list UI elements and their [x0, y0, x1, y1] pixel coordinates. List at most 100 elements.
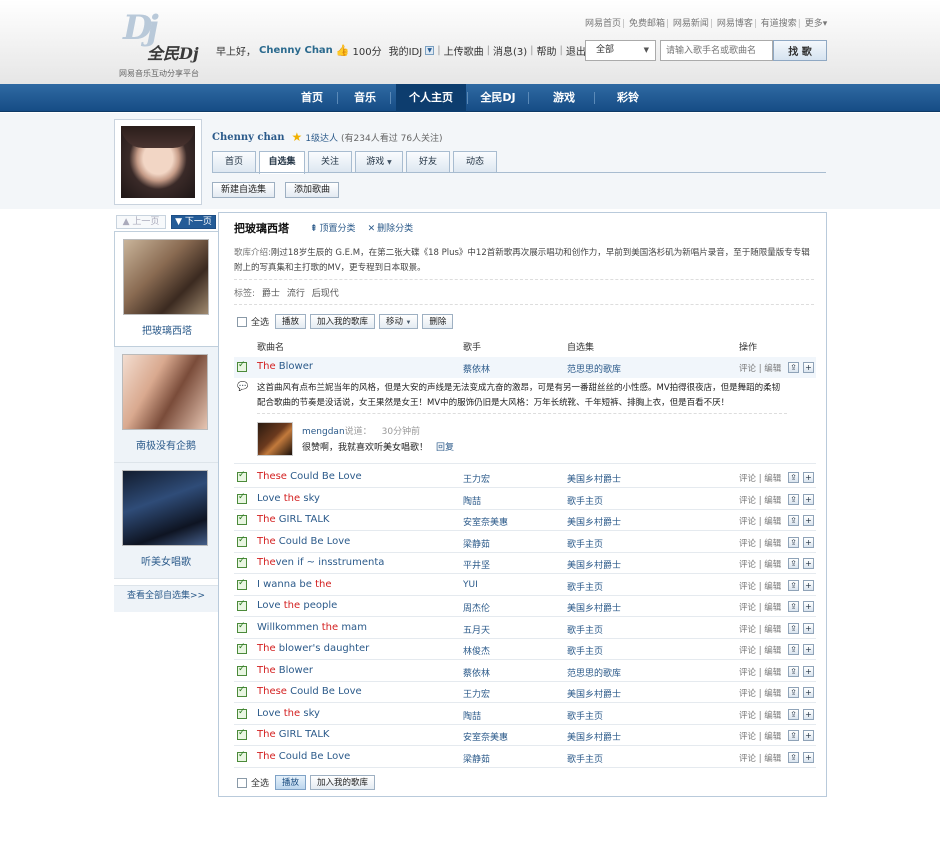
singer-link[interactable]: 陶喆 — [463, 494, 481, 507]
comment-link[interactable]: 评论 — [739, 732, 756, 742]
edit-link[interactable]: 编辑 — [764, 539, 781, 549]
plus-icon[interactable]: + — [803, 730, 814, 741]
move-button[interactable]: 移动 ▼ — [379, 314, 419, 329]
add-song-button[interactable]: 添加歌曲 — [285, 182, 340, 198]
select-all-checkbox[interactable] — [237, 777, 247, 788]
song-title-link[interactable]: I wanna be the — [257, 579, 332, 590]
table-row[interactable]: The GIRL TALK 安室奈美惠 美国乡村爵士 评论 | 编辑 ⇪ + — [234, 510, 816, 531]
search-button[interactable]: 找 歌 — [773, 40, 827, 61]
table-row[interactable]: These Could Be Love 王力宏 美国乡村爵士 评论 | 编辑 ⇪ + — [234, 682, 816, 703]
share-icon[interactable]: ⇪ — [788, 536, 799, 548]
table-row[interactable]: The Blower 蔡依林 范思思的歌库 评论 | 编辑 ⇪ + — [234, 357, 816, 378]
comment-link[interactable]: 评论 — [739, 625, 756, 635]
row-checkbox[interactable] — [237, 470, 247, 482]
tab-sets[interactable]: 自选集 — [259, 151, 305, 174]
plus-icon[interactable]: + — [803, 558, 814, 569]
share-icon[interactable]: ⇪ — [788, 601, 799, 612]
song-title-link[interactable]: The Could Be Love — [257, 536, 350, 547]
reply-username[interactable]: mengdan — [302, 427, 345, 437]
comment-link[interactable]: 评论 — [739, 668, 756, 678]
toplink-163[interactable]: 网易首页 — [585, 19, 621, 29]
row-checkbox[interactable] — [237, 360, 247, 372]
sidebar-set-1[interactable]: 把玻璃西塔 ▶ — [114, 231, 227, 347]
set-link[interactable]: 歌手主页 — [567, 494, 603, 507]
plus-icon[interactable]: + — [803, 536, 814, 548]
set-link[interactable]: 美国乡村爵士 — [567, 730, 621, 743]
song-title-link[interactable]: The Blower — [257, 361, 313, 372]
plus-icon[interactable]: + — [803, 362, 814, 373]
nav-personal[interactable]: 个人主页 — [396, 84, 466, 112]
singer-link[interactable]: 五月天 — [463, 623, 490, 636]
table-row[interactable]: These Could Be Love 王力宏 美国乡村爵士 评论 | 编辑 ⇪ + — [234, 467, 816, 488]
nav-music[interactable]: 音乐 — [342, 84, 388, 112]
new-set-button[interactable]: 新建自选集 — [212, 182, 276, 198]
share-icon[interactable]: ⇪ — [788, 644, 799, 655]
toplink-youdao[interactable]: 有道搜索 — [761, 19, 797, 29]
table-row[interactable]: The GIRL TALK 安室奈美惠 美国乡村爵士 评论 | 编辑 ⇪ + — [234, 725, 816, 746]
table-row[interactable]: I wanna be the YUI 歌手主页 评论 | 编辑 ⇪ + — [234, 575, 816, 596]
comment-link[interactable]: 评论 — [739, 754, 756, 764]
singer-link[interactable]: 陶喆 — [463, 709, 481, 722]
set-link[interactable]: 范思思的歌库 — [567, 362, 621, 375]
row-checkbox[interactable] — [237, 664, 247, 676]
toplink-news[interactable]: 网易新闻 — [673, 19, 709, 29]
row-checkbox[interactable] — [237, 728, 247, 740]
play-button[interactable]: 播放 — [275, 314, 307, 329]
row-checkbox[interactable] — [237, 642, 247, 654]
table-row[interactable]: Love the sky 陶喆 歌手主页 评论 | 编辑 ⇪ + — [234, 489, 816, 510]
plus-icon[interactable]: + — [803, 708, 814, 720]
edit-link[interactable]: 编辑 — [764, 474, 781, 484]
toplink-blog[interactable]: 网易博客 — [717, 19, 753, 29]
pin-category-link[interactable]: ⇞ 顶置分类 — [310, 221, 356, 234]
edit-link[interactable]: 编辑 — [764, 732, 781, 742]
set-link[interactable]: 歌手主页 — [567, 644, 603, 657]
row-checkbox[interactable] — [237, 707, 247, 719]
comment-link[interactable]: 评论 — [739, 474, 756, 484]
share-icon[interactable]: ⇪ — [788, 687, 799, 698]
table-row[interactable]: Love the people 周杰伦 美国乡村爵士 评论 | 编辑 ⇪ + — [234, 596, 816, 617]
plus-icon[interactable]: + — [803, 687, 814, 698]
table-row[interactable]: The blower's daughter 林俊杰 歌手主页 评论 | 编辑 ⇪ + — [234, 639, 816, 660]
singer-link[interactable]: 梁静茹 — [463, 537, 490, 550]
share-icon[interactable]: ⇪ — [788, 751, 799, 763]
edit-link[interactable]: 编辑 — [764, 364, 781, 374]
plus-icon[interactable]: + — [803, 622, 814, 634]
delete-category-link[interactable]: ✕ 删除分类 — [368, 221, 414, 234]
share-icon[interactable]: ⇪ — [788, 515, 799, 526]
toplink-more[interactable]: 更多▾ — [805, 19, 828, 29]
comment-link[interactable]: 评论 — [739, 582, 756, 592]
set-link[interactable]: 美国乡村爵士 — [567, 515, 621, 528]
set-link[interactable]: 美国乡村爵士 — [567, 472, 621, 485]
search-input[interactable] — [660, 40, 773, 61]
table-row[interactable]: The Could Be Love 梁静茹 歌手主页 评论 | 编辑 ⇪ + — [234, 747, 816, 768]
table-row[interactable]: Love the sky 陶喆 歌手主页 评论 | 编辑 ⇪ + — [234, 704, 816, 725]
table-row[interactable]: The Could Be Love 梁静茹 歌手主页 评论 | 编辑 ⇪ + — [234, 532, 816, 553]
edit-link[interactable]: 编辑 — [764, 711, 781, 721]
singer-link[interactable]: 蔡依林 — [463, 666, 490, 679]
singer-link[interactable]: 梁静茹 — [463, 752, 490, 765]
song-title-link[interactable]: The blower's daughter — [257, 643, 369, 654]
delete-button[interactable]: 删除 — [422, 314, 454, 329]
plus-icon[interactable]: + — [803, 472, 814, 483]
nav-dj[interactable]: 全民DJ — [472, 84, 524, 112]
sidebar-set-2[interactable]: 南极没有企鹅 — [114, 347, 218, 463]
tag[interactable]: 后现代 — [312, 289, 339, 299]
set-link[interactable]: 范思思的歌库 — [567, 666, 621, 679]
set-link[interactable]: 歌手主页 — [567, 709, 603, 722]
share-icon[interactable]: ⇪ — [788, 579, 799, 591]
singer-link[interactable]: 蔡依林 — [463, 362, 490, 375]
row-checkbox[interactable] — [237, 750, 247, 762]
share-icon[interactable]: ⇪ — [788, 622, 799, 634]
set-link[interactable]: 美国乡村爵士 — [567, 558, 621, 571]
song-title-link[interactable]: Theven if ~ insstrumenta — [257, 557, 384, 568]
singer-link[interactable]: 安室奈美惠 — [463, 730, 508, 743]
add-to-library-button[interactable]: 加入我的歌库 — [310, 314, 376, 329]
play-button[interactable]: 播放 — [275, 775, 307, 790]
row-checkbox[interactable] — [237, 599, 247, 611]
tab-home[interactable]: 首页 — [212, 151, 256, 173]
share-icon[interactable]: ⇪ — [788, 730, 799, 741]
next-page-button[interactable]: ▼ 下一页 — [171, 215, 216, 229]
song-title-link[interactable]: These Could Be Love — [257, 471, 362, 482]
edit-link[interactable]: 编辑 — [764, 754, 781, 764]
comment-link[interactable]: 评论 — [739, 646, 756, 656]
